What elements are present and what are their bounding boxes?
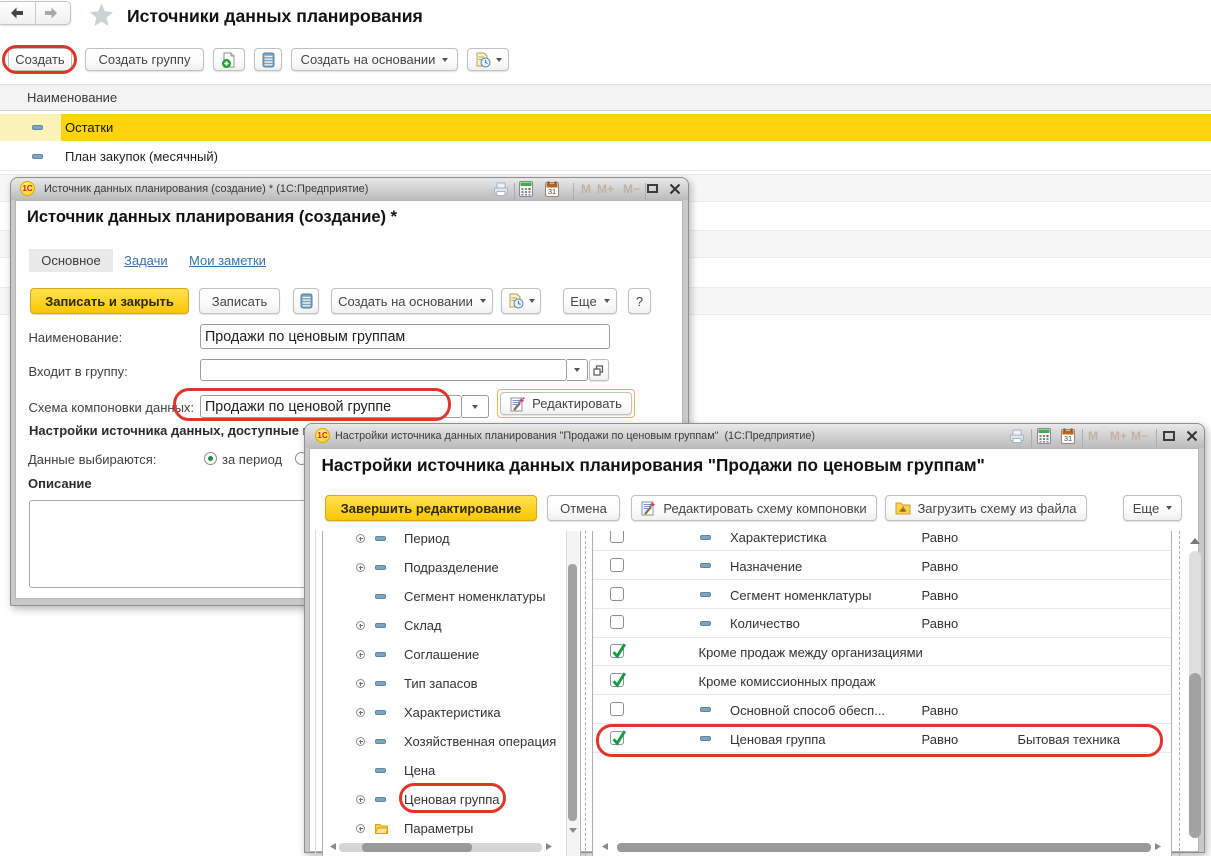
svg-text:31: 31 bbox=[1064, 434, 1072, 443]
svg-text:31: 31 bbox=[548, 187, 556, 196]
